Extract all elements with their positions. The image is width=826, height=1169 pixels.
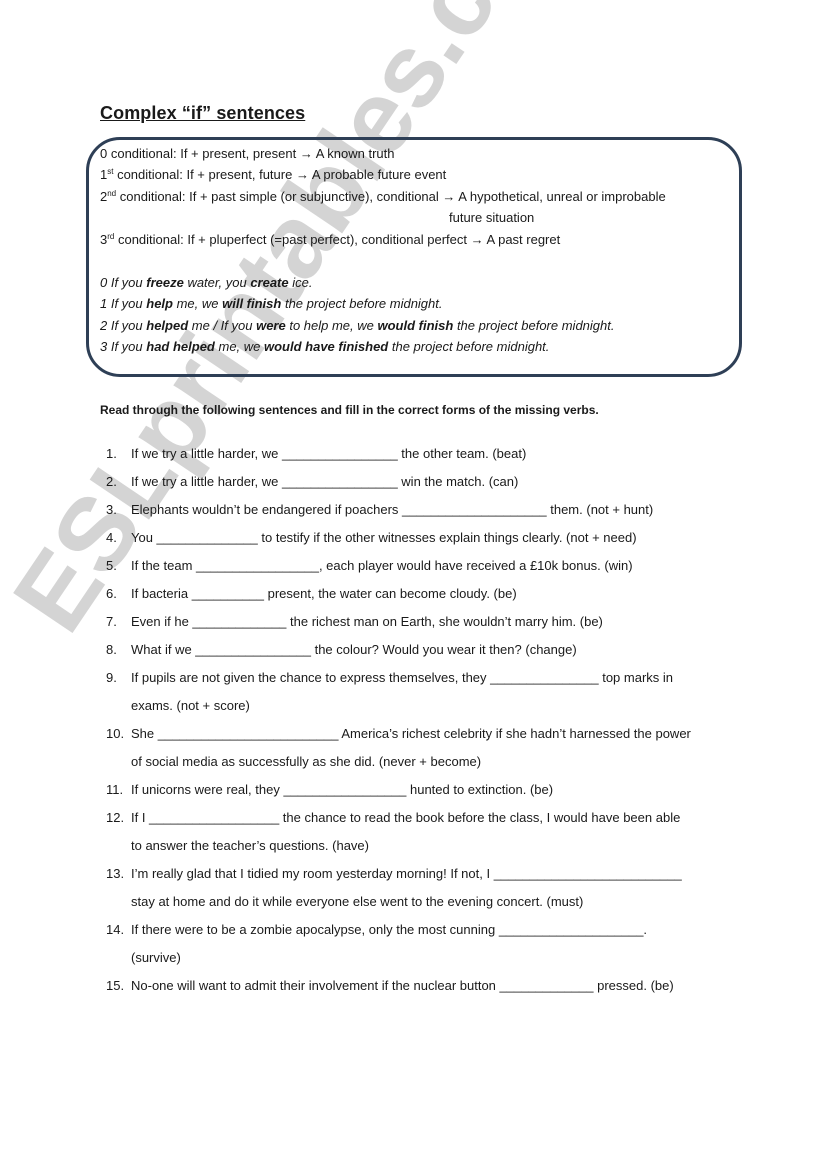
- verb-form: had helped: [146, 339, 215, 354]
- verb-form: help: [146, 296, 173, 311]
- item-text: If pupils are not given the chance to ex…: [131, 670, 674, 685]
- rule-line: 2nd conditional: If + past simple (or su…: [100, 189, 666, 204]
- example-text: 1 If you: [100, 296, 147, 311]
- example-text: me, we: [214, 339, 264, 354]
- item-text: Even if he _____________ the richest man…: [131, 614, 603, 629]
- item-number: 15.: [106, 978, 125, 993]
- example-sentence: 0 If you freeze water, you create ice.: [100, 275, 312, 290]
- instructions: Read through the following sentences and…: [100, 403, 599, 417]
- example-sentence: 2 If you helped me / If you were to help…: [100, 318, 614, 333]
- example-text: 0 If you: [100, 275, 147, 290]
- item-text: I’m really glad that I tidied my room ye…: [131, 866, 682, 881]
- item-text: If bacteria __________ present, the wate…: [131, 586, 517, 601]
- item-text: If the team _________________, each play…: [131, 558, 633, 573]
- item-number: 8.: [106, 642, 117, 657]
- verb-form: would have finished: [264, 339, 389, 354]
- rule-ordinal: nd: [107, 189, 117, 198]
- example-text: to help me, we: [285, 318, 378, 333]
- example-text: ice.: [288, 275, 313, 290]
- worksheet-page: ESLprintables.com Complex “if” sentences…: [0, 0, 826, 1169]
- item-number: 1.: [106, 446, 117, 461]
- arrow-right-icon: →: [299, 146, 313, 161]
- example-text: me / If you: [188, 318, 257, 333]
- item-number: 5.: [106, 558, 117, 573]
- example-text: me, we: [172, 296, 223, 311]
- item-text: to answer the teacher’s questions. (have…: [131, 838, 369, 853]
- item-number: 2.: [106, 474, 117, 489]
- item-number: 14.: [106, 922, 125, 937]
- rule-result: A known truth: [312, 146, 395, 161]
- item-number: 9.: [106, 670, 117, 685]
- arrow-right-icon: →: [295, 167, 309, 182]
- rule-line: 1st conditional: If + present, future → …: [100, 167, 446, 182]
- item-number: 3.: [106, 502, 117, 517]
- verb-form: will finish: [222, 296, 282, 311]
- item-text: exams. (not + score): [131, 698, 250, 713]
- rule-continuation: future situation: [449, 210, 535, 225]
- verb-form: would finish: [377, 318, 454, 333]
- item-text: What if we ________________ the colour? …: [131, 642, 577, 657]
- item-text: (survive): [131, 950, 181, 965]
- verb-form: were: [256, 318, 286, 333]
- example-text: 3 If you: [100, 339, 147, 354]
- item-text: If unicorns were real, they ____________…: [131, 782, 554, 797]
- item-number: 7.: [106, 614, 117, 629]
- rule-result: A probable future event: [308, 167, 447, 182]
- item-text: You ______________ to testify if the oth…: [131, 530, 637, 545]
- arrow-right-icon: →: [442, 189, 456, 204]
- rule-text: conditional: If + past simple (or subjun…: [116, 189, 443, 204]
- example-text: the project before midnight.: [388, 339, 550, 354]
- page-title: Complex “if” sentences: [100, 103, 306, 123]
- verb-form: freeze: [146, 275, 184, 290]
- verb-form: create: [250, 275, 289, 290]
- example-text: the project before midnight.: [281, 296, 443, 311]
- item-number: 4.: [106, 530, 117, 545]
- rule-text: conditional: If + present, future: [113, 167, 296, 182]
- arrow-right-icon: →: [470, 232, 484, 247]
- item-text: If I __________________ the chance to re…: [131, 810, 681, 825]
- item-number: 6.: [106, 586, 117, 601]
- example-text: water, you: [183, 275, 251, 290]
- rule-line: 0 conditional: If + present, present → A…: [100, 146, 395, 161]
- item-text: No-one will want to admit their involvem…: [131, 978, 674, 993]
- rule-text: conditional: If + pluperfect (=past perf…: [114, 232, 471, 247]
- item-number: 13.: [106, 866, 125, 881]
- verb-form: helped: [146, 318, 189, 333]
- example-text: the project before midnight.: [453, 318, 615, 333]
- rule-result: A hypothetical, unreal or improbable: [455, 189, 666, 204]
- item-text: stay at home and do it while everyone el…: [131, 894, 584, 909]
- item-text: of social media as successfully as she d…: [131, 754, 482, 769]
- item-number: 11.: [106, 782, 124, 797]
- item-text: Elephants wouldn’t be endangered if poac…: [131, 502, 654, 517]
- item-text: If there were to be a zombie apocalypse,…: [131, 922, 648, 937]
- example-sentence: 1 If you help me, we will finish the pro…: [100, 296, 443, 311]
- item-text: If we try a little harder, we __________…: [131, 474, 519, 489]
- example-text: 2 If you: [100, 318, 147, 333]
- rule-text: conditional: If + present, present: [107, 146, 300, 161]
- example-sentence: 3 If you had helped me, we would have fi…: [100, 339, 549, 354]
- item-text: She _________________________ America’s …: [131, 726, 691, 741]
- rule-line: 3rd conditional: If + pluperfect (=past …: [100, 232, 560, 247]
- item-number: 10.: [106, 726, 125, 741]
- item-number: 12.: [106, 810, 125, 825]
- rule-result: A past regret: [483, 232, 561, 247]
- item-text: If we try a little harder, we __________…: [131, 446, 527, 461]
